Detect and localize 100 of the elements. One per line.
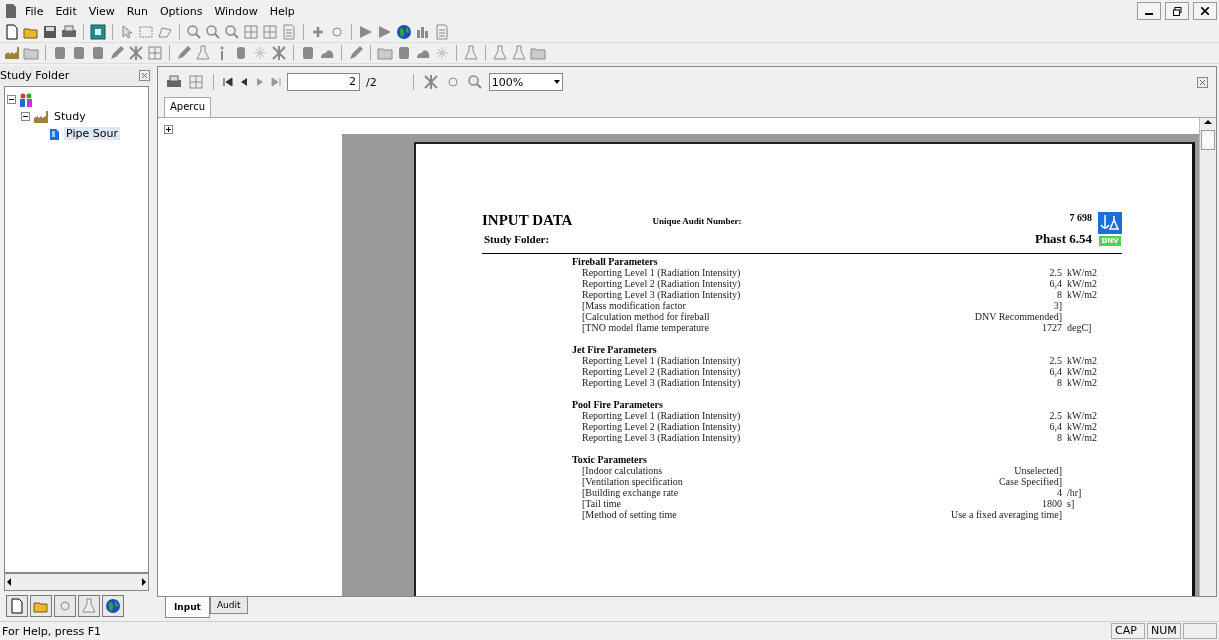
flask-icon[interactable] xyxy=(463,45,479,61)
tab[interactable]: Input xyxy=(165,597,210,618)
pointer-icon[interactable] xyxy=(119,24,135,40)
menu-item[interactable]: Help xyxy=(264,2,300,20)
new-file-icon[interactable] xyxy=(9,598,25,614)
people-icon xyxy=(19,91,33,108)
window-icon[interactable] xyxy=(90,24,106,40)
cross-icon[interactable] xyxy=(422,74,439,90)
scroll-right-icon[interactable] xyxy=(140,578,148,586)
parameter-value: 1727 xyxy=(1042,322,1062,333)
zoom-icon[interactable] xyxy=(466,74,483,90)
flask-icon[interactable] xyxy=(81,598,97,614)
printer-icon[interactable] xyxy=(61,24,77,40)
zoom-in-icon[interactable] xyxy=(186,24,202,40)
folder-icon[interactable] xyxy=(530,45,546,61)
rectangle-icon[interactable] xyxy=(138,24,154,40)
cross-icon[interactable] xyxy=(128,45,144,61)
collapse-icon[interactable] xyxy=(7,95,16,104)
tree-item[interactable]: Pipe Sour xyxy=(64,127,120,140)
parameter-label: Reporting Level 2 (Radiation Intensity) xyxy=(582,278,742,289)
globe-icon[interactable] xyxy=(105,598,121,614)
parameter-unit: kW/m2 xyxy=(1067,355,1097,366)
document-icon[interactable] xyxy=(281,24,297,40)
zoom-dropdown[interactable]: 100% xyxy=(488,73,563,91)
parameter-label: [Tail time xyxy=(582,498,622,509)
zoom-icon[interactable] xyxy=(224,24,240,40)
close-icon[interactable] xyxy=(139,69,150,81)
printer-icon[interactable] xyxy=(166,74,182,90)
factory-icon[interactable] xyxy=(4,45,20,61)
expand-icon[interactable] xyxy=(164,125,173,134)
flask-icon[interactable] xyxy=(195,45,211,61)
document-icon[interactable] xyxy=(434,24,450,40)
scroll-left-icon[interactable] xyxy=(5,578,13,586)
new-file-icon[interactable] xyxy=(4,24,20,40)
block-icon[interactable] xyxy=(52,45,68,61)
close-button[interactable] xyxy=(1193,2,1217,20)
sparkle-icon[interactable] xyxy=(434,45,450,61)
block-icon[interactable] xyxy=(396,45,412,61)
block-icon[interactable] xyxy=(90,45,106,61)
previous-page-icon[interactable] xyxy=(239,77,249,87)
pencil-icon[interactable] xyxy=(348,45,364,61)
tab[interactable]: Apercu xyxy=(164,97,212,117)
status-indicator: NUM xyxy=(1147,623,1181,639)
last-page-icon[interactable] xyxy=(271,77,281,87)
globe-icon[interactable] xyxy=(396,24,412,40)
block-icon[interactable] xyxy=(71,45,87,61)
sparkle-icon[interactable] xyxy=(252,45,268,61)
parameter-value: 2.5 xyxy=(1049,267,1062,278)
zoom-out-icon[interactable] xyxy=(205,24,221,40)
plus-icon[interactable] xyxy=(310,24,326,40)
menu-item[interactable]: Edit xyxy=(50,2,82,20)
grid-icon[interactable] xyxy=(243,24,259,40)
scroll-thumb[interactable] xyxy=(1201,130,1215,150)
tab[interactable]: Audit xyxy=(209,597,248,614)
pencil-icon[interactable] xyxy=(109,45,125,61)
flask-icon[interactable] xyxy=(511,45,527,61)
pencil-icon[interactable] xyxy=(176,45,192,61)
horizontal-scrollbar[interactable] xyxy=(4,573,149,591)
parameter-value: 8 xyxy=(1057,377,1062,388)
parameter-label: Reporting Level 3 (Radiation Intensity) xyxy=(582,289,742,300)
section-title: Jet Fire Parameters xyxy=(572,344,658,355)
menu-item[interactable]: View xyxy=(83,2,120,20)
parameter-value: 6,4 xyxy=(1049,278,1062,289)
version-label: Phast 6.54 xyxy=(1034,231,1092,247)
parameter-unit: s] xyxy=(1067,498,1075,509)
parameter-value: 3] xyxy=(1053,300,1062,311)
factory-icon[interactable] xyxy=(33,108,49,125)
parameter-label: [Indoor calculations xyxy=(582,465,664,476)
vertical-scrollbar[interactable] xyxy=(1199,118,1216,596)
menu-item[interactable]: File xyxy=(20,2,49,20)
save-icon[interactable] xyxy=(42,24,58,40)
menu-item[interactable]: Window xyxy=(209,2,263,20)
grid-icon[interactable] xyxy=(262,24,278,40)
menu-item[interactable]: Run xyxy=(121,2,153,20)
cross-icon[interactable] xyxy=(271,45,287,61)
status-panel xyxy=(1183,623,1217,639)
folder-label: Study Folder: xyxy=(484,233,551,245)
close-icon[interactable] xyxy=(1197,76,1208,88)
flask-icon[interactable] xyxy=(492,45,508,61)
tree-item[interactable]: Study xyxy=(52,110,88,123)
menu-item[interactable]: Options xyxy=(154,2,208,20)
parameter-unit: kW/m2 xyxy=(1067,377,1097,388)
play-icon[interactable] xyxy=(358,24,374,40)
parameter-unit: kW/m2 xyxy=(1067,289,1097,300)
parameter-label: [Method of setting time xyxy=(582,509,678,520)
folder-icon[interactable] xyxy=(23,45,39,61)
minimize-button[interactable] xyxy=(1137,2,1161,20)
block-icon[interactable] xyxy=(300,45,316,61)
play-icon[interactable] xyxy=(377,24,393,40)
next-page-icon[interactable] xyxy=(255,77,265,87)
grid-icon[interactable] xyxy=(147,45,163,61)
restore-button[interactable] xyxy=(1165,2,1189,20)
page-field[interactable]: 2 xyxy=(287,73,360,91)
collapse-icon[interactable] xyxy=(21,112,30,121)
grid-icon[interactable] xyxy=(188,74,204,90)
parameter-label: [Building exchange rate xyxy=(582,487,680,498)
polygon-icon[interactable] xyxy=(157,24,173,40)
folder-icon[interactable] xyxy=(377,45,393,61)
bar-chart-icon[interactable] xyxy=(415,24,431,40)
first-page-icon[interactable] xyxy=(223,77,233,87)
